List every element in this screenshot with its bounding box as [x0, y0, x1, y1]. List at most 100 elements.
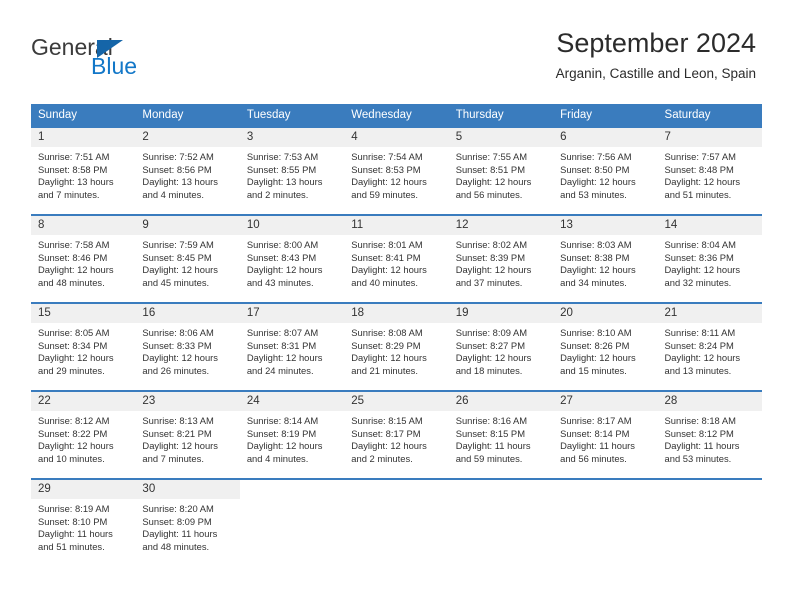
day-sun-info: Sunrise: 8:02 AM Sunset: 8:39 PM Daylight:…	[449, 235, 553, 289]
day-cell-inner: 9 Sunrise: 7:59 AM Sunset: 8:45 PM Daylight…	[135, 216, 240, 302]
sunrise-text: Sunrise: 7:56 AM	[560, 151, 632, 162]
day-number: 10	[239, 216, 345, 235]
day-sun-info: Sunrise: 7:57 AM Sunset: 8:48 PM Daylight:…	[658, 147, 762, 201]
sunrise-text: Sunrise: 8:08 AM	[351, 327, 423, 338]
daylight-text-line2: and 2 minutes.	[351, 452, 413, 464]
daylight-text-line1: Daylight: 12 hours	[455, 176, 532, 188]
calendar-day-cell[interactable]: 12 Sunrise: 8:02 AM Sunset: 8:39 PM Dayligh…	[448, 215, 554, 303]
day-sun-info: Sunrise: 8:19 AM Sunset: 8:10 PM Daylight:…	[31, 499, 135, 553]
day-number: 28	[657, 392, 762, 411]
sunset-text: Sunset: 8:29 PM	[351, 339, 421, 351]
sunset-text: Sunset: 8:51 PM	[455, 163, 525, 175]
day-sun-info: Sunrise: 7:51 AM Sunset: 8:58 PM Daylight:…	[31, 147, 135, 201]
sunset-text: Sunset: 8:36 PM	[664, 251, 734, 263]
day-cell-inner: 12 Sunrise: 8:02 AM Sunset: 8:39 PM Dayligh…	[448, 216, 554, 302]
daylight-text-line1: Daylight: 12 hours	[351, 176, 427, 188]
calendar-day-cell[interactable]: 3 Sunrise: 7:53 AM Sunset: 8:55 PM Daylight…	[239, 127, 345, 215]
day-cell-inner: 17 Sunrise: 8:07 AM Sunset: 8:31 PM Dayligh…	[239, 304, 345, 390]
day-cell-inner: 13 Sunrise: 8:03 AM Sunset: 8:38 PM Dayligh…	[553, 216, 658, 302]
calendar-day-cell[interactable]: 21 Sunrise: 8:11 AM Sunset: 8:24 PM Dayligh…	[657, 303, 762, 391]
sunset-text: Sunset: 8:41 PM	[351, 251, 421, 263]
day-cell-inner: 10 Sunrise: 8:00 AM Sunset: 8:43 PM Dayligh…	[239, 216, 345, 302]
day-cell-inner: 2 Sunrise: 7:52 AM Sunset: 8:56 PM Daylight…	[135, 128, 240, 214]
calendar-day-cell[interactable]: 13 Sunrise: 8:03 AM Sunset: 8:38 PM Dayligh…	[553, 215, 658, 303]
day-sun-info: Sunrise: 8:15 AM Sunset: 8:17 PM Daylight:…	[344, 411, 448, 465]
sunrise-text: Sunrise: 8:07 AM	[246, 327, 319, 338]
calendar-day-cell[interactable]: 16 Sunrise: 8:06 AM Sunset: 8:33 PM Dayligh…	[135, 303, 240, 391]
daylight-text-line2: and 51 minutes.	[664, 188, 732, 200]
day-sun-info: Sunrise: 8:06 AM Sunset: 8:33 PM Daylight:…	[135, 323, 239, 377]
calendar-day-cell[interactable]: 15 Sunrise: 8:05 AM Sunset: 8:34 PM Dayligh…	[31, 303, 136, 391]
calendar-week-row: 1 Sunrise: 7:51 AM Sunset: 8:58 PM Daylight…	[31, 127, 762, 215]
daylight-text-line2: and 43 minutes.	[246, 276, 314, 288]
day-cell-inner: 1 Sunrise: 7:51 AM Sunset: 8:58 PM Daylight…	[31, 128, 136, 214]
calendar-day-cell[interactable]: 1 Sunrise: 7:51 AM Sunset: 8:58 PM Daylight…	[31, 127, 136, 215]
sunset-text: Sunset: 8:21 PM	[142, 427, 212, 439]
sunset-text: Sunset: 8:58 PM	[38, 163, 108, 175]
sunrise-text: Sunrise: 7:55 AM	[455, 151, 528, 162]
sunset-text: Sunset: 8:46 PM	[38, 251, 108, 263]
day-number: 5	[448, 128, 554, 147]
calendar-day-cell[interactable]: 2 Sunrise: 7:52 AM Sunset: 8:56 PM Daylight…	[135, 127, 240, 215]
day-cell-inner: 11 Sunrise: 8:01 AM Sunset: 8:41 PM Dayligh…	[344, 216, 449, 302]
daylight-text-line1: Daylight: 12 hours	[38, 352, 114, 364]
sunrise-text: Sunrise: 7:58 AM	[38, 239, 110, 250]
day-number: 6	[553, 128, 658, 147]
calendar-day-cell[interactable]: 4 Sunrise: 7:54 AM Sunset: 8:53 PM Daylight…	[344, 127, 449, 215]
sunset-text: Sunset: 8:50 PM	[560, 163, 630, 175]
page-subtitle: Arganin, Castille and Leon, Spain	[555, 66, 756, 82]
calendar-day-cell[interactable]: 7 Sunrise: 7:57 AM Sunset: 8:48 PM Daylight…	[657, 127, 762, 215]
day-cell-inner: 4 Sunrise: 7:54 AM Sunset: 8:53 PM Daylight…	[344, 128, 449, 214]
day-number: 3	[239, 128, 345, 147]
empty-cell-filler	[658, 480, 762, 566]
calendar-day-cell[interactable]: 10 Sunrise: 8:00 AM Sunset: 8:43 PM Dayligh…	[239, 215, 345, 303]
sunset-text: Sunset: 8:56 PM	[142, 163, 212, 175]
daylight-text-line1: Daylight: 12 hours	[455, 264, 532, 276]
calendar-day-cell[interactable]: 5 Sunrise: 7:55 AM Sunset: 8:51 PM Daylight…	[448, 127, 554, 215]
generalblue-logo[interactable]: General Blue	[31, 36, 231, 86]
sunset-text: Sunset: 8:24 PM	[664, 339, 734, 351]
calendar-day-cell[interactable]: 6 Sunrise: 7:56 AM Sunset: 8:50 PM Daylight…	[553, 127, 658, 215]
calendar-day-cell[interactable]: 27 Sunrise: 8:17 AM Sunset: 8:14 PM Dayligh…	[553, 391, 658, 479]
calendar-day-cell[interactable]: 22 Sunrise: 8:12 AM Sunset: 8:22 PM Dayligh…	[31, 391, 136, 479]
calendar-day-cell[interactable]: 29 Sunrise: 8:19 AM Sunset: 8:10 PM Dayligh…	[31, 479, 136, 566]
daylight-text-line1: Daylight: 12 hours	[664, 264, 741, 276]
sunset-text: Sunset: 8:34 PM	[38, 339, 108, 351]
daylight-text-line1: Daylight: 12 hours	[38, 264, 114, 276]
calendar-day-cell[interactable]: 28 Sunrise: 8:18 AM Sunset: 8:12 PM Dayligh…	[657, 391, 762, 479]
empty-cell-filler	[553, 480, 657, 566]
calendar-day-cell-empty	[449, 479, 553, 566]
daylight-text-line2: and 29 minutes.	[38, 364, 105, 376]
calendar-day-cell[interactable]: 14 Sunrise: 8:04 AM Sunset: 8:36 PM Dayligh…	[657, 215, 762, 303]
empty-cell-filler	[449, 480, 553, 566]
calendar-day-cell[interactable]: 9 Sunrise: 7:59 AM Sunset: 8:45 PM Daylight…	[135, 215, 240, 303]
calendar-day-cell[interactable]: 24 Sunrise: 8:14 AM Sunset: 8:19 PM Dayligh…	[239, 391, 345, 479]
sunset-text: Sunset: 8:09 PM	[142, 515, 212, 527]
calendar-day-cell[interactable]: 19 Sunrise: 8:09 AM Sunset: 8:27 PM Dayligh…	[448, 303, 554, 391]
day-sun-info: Sunrise: 8:16 AM Sunset: 8:15 PM Daylight:…	[449, 411, 553, 465]
day-number: 30	[135, 480, 240, 499]
daylight-text-line1: Daylight: 12 hours	[560, 176, 636, 188]
daylight-text-line2: and 56 minutes.	[455, 188, 523, 200]
daylight-text-line2: and 53 minutes.	[560, 188, 627, 200]
sunrise-text: Sunrise: 8:20 AM	[142, 503, 214, 514]
calendar-day-cell[interactable]: 18 Sunrise: 8:08 AM Sunset: 8:29 PM Dayligh…	[344, 303, 449, 391]
daylight-text-line1: Daylight: 12 hours	[246, 264, 323, 276]
day-number: 23	[135, 392, 240, 411]
daylight-text-line1: Daylight: 13 hours	[38, 176, 114, 188]
calendar-day-cell[interactable]: 11 Sunrise: 8:01 AM Sunset: 8:41 PM Dayligh…	[344, 215, 449, 303]
calendar-day-cell[interactable]: 23 Sunrise: 8:13 AM Sunset: 8:21 PM Dayligh…	[135, 391, 240, 479]
calendar-day-cell-empty	[344, 479, 448, 566]
calendar-day-cell[interactable]: 26 Sunrise: 8:16 AM Sunset: 8:15 PM Dayligh…	[448, 391, 554, 479]
calendar-day-cell[interactable]: 30 Sunrise: 8:20 AM Sunset: 8:09 PM Dayligh…	[135, 479, 240, 566]
day-sun-info: Sunrise: 8:12 AM Sunset: 8:22 PM Daylight:…	[31, 411, 135, 465]
calendar-day-cell[interactable]: 25 Sunrise: 8:15 AM Sunset: 8:17 PM Dayligh…	[344, 391, 449, 479]
sunset-text: Sunset: 8:19 PM	[246, 427, 317, 439]
day-cell-inner: 29 Sunrise: 8:19 AM Sunset: 8:10 PM Dayligh…	[31, 480, 136, 566]
day-cell-inner: 8 Sunrise: 7:58 AM Sunset: 8:46 PM Daylight…	[31, 216, 136, 302]
daylight-text-line1: Daylight: 13 hours	[142, 176, 218, 188]
day-sun-info: Sunrise: 8:10 AM Sunset: 8:26 PM Daylight:…	[553, 323, 657, 377]
calendar-day-cell[interactable]: 17 Sunrise: 8:07 AM Sunset: 8:31 PM Dayligh…	[239, 303, 345, 391]
calendar-day-cell[interactable]: 20 Sunrise: 8:10 AM Sunset: 8:26 PM Dayligh…	[553, 303, 658, 391]
calendar-day-cell[interactable]: 8 Sunrise: 7:58 AM Sunset: 8:46 PM Daylight…	[31, 215, 136, 303]
